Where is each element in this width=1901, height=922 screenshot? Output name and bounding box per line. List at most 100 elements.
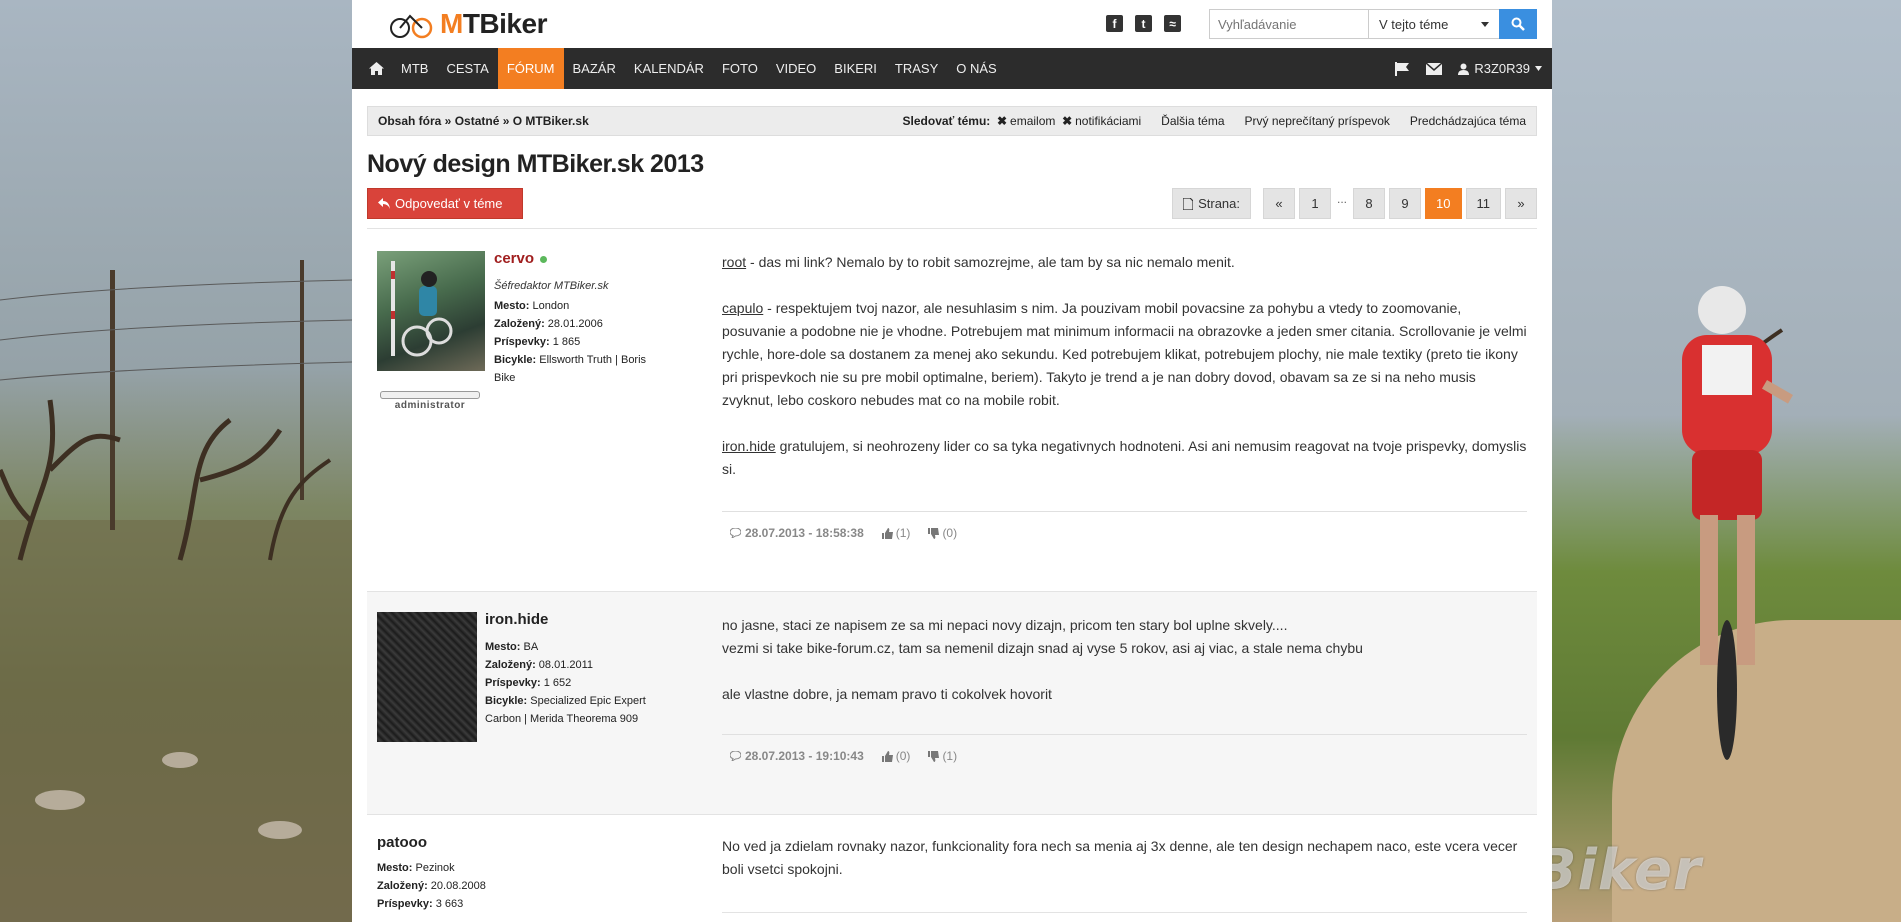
post-content: no jasne, staci ze napisem ze sa mi nepa… — [722, 614, 1527, 706]
username[interactable]: cervo — [494, 249, 534, 269]
nav-trasy[interactable]: TRASY — [886, 48, 947, 89]
joined-value: 28.01.2006 — [547, 318, 603, 330]
user-menu[interactable]: R3Z0R39 — [1458, 61, 1542, 76]
facebook-icon[interactable]: f — [1106, 15, 1123, 32]
follow-notif-link[interactable]: notifikáciami — [1075, 114, 1141, 128]
main-nav: MTB CESTA FÓRUM BAZÁR KALENDÁR FOTO VIDE… — [352, 48, 1552, 89]
page-first-button[interactable]: « — [1263, 188, 1296, 219]
search-scope-value: V tejto téme — [1379, 16, 1449, 32]
rank-badge: administrator — [394, 400, 466, 411]
joined-value: 08.01.2011 — [538, 659, 594, 671]
site-logo[interactable]: MTBiker — [386, 6, 547, 42]
mention-link[interactable]: root — [722, 254, 746, 270]
rank-bar — [380, 391, 480, 399]
posts-count-value: 1 865 — [552, 336, 581, 348]
follow-label: Sledovať tému: — [902, 114, 991, 128]
prev-topic-link[interactable]: Predchádzajúca téma — [1410, 114, 1526, 128]
thumbs-up-icon — [881, 750, 893, 762]
post-text: No ved ja zdielam rovnaky nazor, funkcio… — [722, 838, 1518, 877]
post: iron.hide Mesto: BA Založený: 08.01.2011… — [367, 592, 1537, 814]
flag-icon[interactable] — [1395, 61, 1410, 76]
search-button[interactable] — [1499, 9, 1537, 39]
thumbs-down-icon — [928, 527, 940, 539]
page-ellipsis: ... — [1337, 191, 1348, 206]
dislike-button[interactable]: (1) — [928, 749, 957, 763]
page-button[interactable]: 9 — [1389, 188, 1422, 219]
post-content: No ved ja zdielam rovnaky nazor, funkcio… — [722, 835, 1527, 881]
nav-cesta[interactable]: CESTA — [437, 48, 497, 89]
nav-o-nas[interactable]: O NÁS — [947, 48, 1005, 89]
search-input[interactable] — [1209, 9, 1369, 39]
city-value: Pezinok — [415, 862, 455, 874]
next-topic-link[interactable]: Ďalšia téma — [1161, 114, 1224, 128]
topbar: MTBiker f t ≈ V tejto téme — [352, 0, 1552, 48]
username[interactable]: iron.hide — [485, 610, 548, 630]
post-footer: 28.07.2013 - 18:58:38 (1) (0) — [722, 511, 1527, 551]
avatar[interactable] — [377, 251, 485, 371]
first-unread-link[interactable]: Prvý neprečítaný príspevok — [1245, 114, 1390, 128]
caret-down-icon — [1535, 66, 1542, 71]
follow-email-link[interactable]: emailom — [1010, 114, 1055, 128]
posts-count-value: 3 663 — [435, 898, 464, 910]
mention-link[interactable]: iron.hide — [722, 438, 776, 454]
username-label: R3Z0R39 — [1474, 61, 1530, 76]
close-icon: ✖ — [1062, 114, 1073, 128]
page-label: Strana: — [1172, 188, 1252, 219]
thumbs-up-icon — [881, 527, 893, 539]
reply-label: Odpovedať v téme — [395, 196, 503, 211]
page-title: Nový design MTBiker.sk 2013 — [367, 150, 704, 178]
page-button[interactable]: 11 — [1465, 188, 1501, 219]
home-icon[interactable] — [360, 48, 392, 89]
nav-bazar[interactable]: BAZÁR — [564, 48, 625, 89]
reply-button[interactable]: Odpovedať v téme — [367, 188, 523, 219]
post-date: 28.07.2013 - 18:58:38 — [745, 526, 864, 540]
like-button[interactable]: (1) — [881, 526, 910, 540]
logo-text-m: M — [440, 8, 463, 39]
breadcrumb-bar: Obsah fóra » Ostatné » O MTBiker.sk Sled… — [367, 106, 1537, 136]
rank-title: Šéfredaktor MTBiker.sk — [494, 280, 609, 292]
twitter-icon[interactable]: t — [1135, 15, 1152, 32]
nav-mtb[interactable]: MTB — [392, 48, 437, 89]
page-button[interactable]: 8 — [1353, 188, 1386, 219]
post-line: ale vlastne dobre, ja nemam pravo ti cok… — [722, 686, 1052, 702]
nav-kalendar[interactable]: KALENDÁR — [625, 48, 713, 89]
dislike-button[interactable]: (0) — [928, 526, 957, 540]
page-button-current[interactable]: 10 — [1425, 188, 1462, 219]
post-content: root - das mi link? Nemalo by to robit s… — [722, 254, 1527, 477]
joined-value: 20.08.2008 — [430, 880, 486, 892]
mention-link[interactable]: capulo — [722, 300, 763, 316]
envelope-icon[interactable] — [1426, 62, 1443, 75]
caret-down-icon — [1481, 21, 1489, 27]
search-scope-select[interactable]: V tejto téme — [1368, 9, 1500, 39]
nav-video[interactable]: VIDEO — [767, 48, 825, 89]
background-photo-left — [0, 0, 352, 922]
close-icon: ✖ — [996, 114, 1008, 128]
divider — [722, 912, 1527, 913]
online-status-icon — [540, 255, 548, 263]
posts-count-value: 1 652 — [543, 677, 572, 689]
search-icon — [1511, 17, 1525, 31]
nav-bikeri[interactable]: BIKERI — [825, 48, 886, 89]
like-button[interactable]: (0) — [881, 749, 910, 763]
reply-icon — [378, 198, 390, 209]
post-line: no jasne, staci ze napisem ze sa mi nepa… — [722, 617, 1288, 633]
comment-icon — [730, 751, 741, 761]
logo-text: TBiker — [462, 8, 548, 39]
avatar[interactable] — [377, 612, 477, 742]
post-author-info: cervo Šéfredaktor MTBiker.sk Mesto: Lond… — [494, 249, 669, 387]
nav-foto[interactable]: FOTO — [713, 48, 767, 89]
page-last-button[interactable]: » — [1505, 188, 1537, 219]
post-footer: 28.07.2013 - 19:10:43 (0) (1) — [722, 734, 1527, 774]
rss-icon[interactable]: ≈ — [1164, 15, 1181, 32]
breadcrumb[interactable]: Obsah fóra » Ostatné » O MTBiker.sk — [378, 114, 589, 128]
city-value: London — [532, 300, 570, 312]
username[interactable]: patooo — [377, 833, 427, 853]
nav-forum[interactable]: FÓRUM — [497, 48, 564, 89]
page-panel: MTBiker f t ≈ V tejto téme MTB CESTA FÓR… — [352, 0, 1552, 922]
post-date: 28.07.2013 - 19:10:43 — [745, 749, 864, 763]
document-icon — [1183, 197, 1194, 210]
post-line: vezmi si take bike-forum.cz, tam sa neme… — [722, 640, 1363, 656]
post-author-info: iron.hide Mesto: BA Založený: 08.01.2011… — [485, 610, 646, 725]
page-button[interactable]: 1 — [1299, 188, 1332, 219]
social-links: f t ≈ — [1106, 15, 1181, 32]
